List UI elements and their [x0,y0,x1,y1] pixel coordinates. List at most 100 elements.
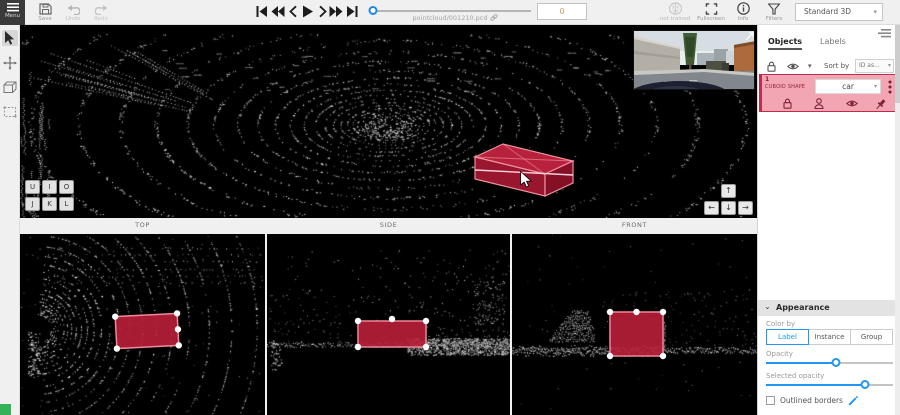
mouse-cursor-icon [520,171,532,188]
menu-button[interactable]: Menu [0,0,25,25]
lock-all-icon[interactable] [766,61,777,72]
tool-palette [0,25,20,415]
selected-opacity-label: Selected opacity [766,372,824,380]
fast-rewind-button[interactable] [271,5,285,18]
save-label: Save [34,16,56,22]
side-view-label: SIDE [267,221,510,229]
sidebar-scrollbar-thumb[interactable] [895,25,900,103]
move-crosshair-icon [3,56,17,70]
info-label: Info [730,16,756,22]
chevron-down-icon: ▾ [888,60,891,72]
undo-label: Undo [62,16,84,22]
next-frame-button[interactable] [315,5,329,18]
color-by-instance-button[interactable]: Instance [809,329,851,345]
kebab-menu-icon[interactable] [888,80,892,94]
filter-funnel-icon [768,3,780,15]
visibility-all-icon[interactable] [787,61,799,72]
frame-number-input[interactable] [537,3,587,20]
hotkey-button-l[interactable]: L [59,197,74,211]
pointcloud-filename[interactable]: pointcloud/001210.pcd [380,14,530,22]
cuboid-tool-button[interactable] [2,80,18,96]
front-ortho-viewport[interactable] [512,234,757,415]
nav-down-button[interactable]: ↓ [721,201,736,215]
front-view-label: FRONT [512,221,757,229]
model-status: not trained [658,0,692,25]
selected-opacity-slider-handle[interactable] [861,380,870,389]
cuboid-icon [3,81,17,94]
object-list-row-car[interactable]: 1 CUBOID SHAPE car ▾ [759,74,896,112]
link-icon [490,14,498,21]
color-by-label-button[interactable]: Label [766,329,809,345]
opacity-slider-handle[interactable] [831,358,840,367]
save-button[interactable]: Save [34,0,56,25]
select-tool-button[interactable] [2,30,18,46]
move-tool-button[interactable] [2,55,18,71]
status-indicator [0,404,11,415]
hotkey-button-i[interactable]: I [42,180,57,194]
view-mode-select[interactable]: Standard 3D ▾ [795,3,883,21]
redo-button[interactable]: Redo [90,0,112,25]
redo-icon [95,4,108,15]
dashed-region-icon [3,106,17,118]
frame-slider-handle[interactable] [369,6,378,15]
menu-label: Menu [0,13,25,19]
main-3d-viewport[interactable]: U I O J K L ↑ ← ↓ → [20,25,757,218]
undo-icon [67,4,80,15]
previous-frame-button[interactable] [287,5,301,18]
play-button[interactable] [301,5,315,18]
selected-opacity-slider[interactable] [766,384,893,386]
side-ortho-viewport[interactable] [267,234,510,415]
cuboid-annotation-front[interactable] [512,234,757,415]
object-shape-label: CUBOID SHAPE [765,84,805,90]
sort-order-select[interactable]: ID as... ▾ [855,59,894,73]
panel-toggle-icon[interactable] [878,29,891,38]
hotkey-button-j[interactable]: J [25,197,40,211]
sidebar-scrollbar[interactable] [895,25,900,415]
cuboid-annotation-top[interactable] [20,234,265,415]
brain-icon [667,2,684,15]
object-category-select[interactable]: car ▾ [815,79,881,94]
object-pin-icon[interactable] [874,98,887,111]
camera-scene [634,31,755,90]
appearance-section-header[interactable]: ⌄ Appearance [758,300,896,316]
object-visibility-icon[interactable] [846,98,858,109]
chevron-down-icon: ⌄ [764,302,771,311]
top-toolbar: Menu Save Undo Redo p [0,0,900,25]
save-icon [39,3,52,15]
color-by-group-button[interactable]: Group [851,329,893,345]
hotkey-button-u[interactable]: U [25,180,40,194]
hotkey-button-o[interactable]: O [59,180,74,194]
not-trained-label: not trained [658,16,692,22]
info-button[interactable]: Info [730,0,756,25]
fullscreen-button[interactable]: Fullscreen [696,0,726,25]
appearance-title: Appearance [776,303,830,312]
camera-image-thumbnail[interactable] [633,30,755,90]
expand-all-caret-icon[interactable]: ▾ [808,62,812,70]
filters-label: Filters [760,16,788,22]
frame-slider[interactable] [373,10,531,12]
top-view-label: TOP [20,221,265,229]
sort-by-label: Sort by [824,62,849,70]
nav-right-button[interactable]: → [738,201,753,215]
object-owner-icon[interactable] [814,98,824,109]
top-ortho-viewport[interactable] [20,234,265,415]
nav-left-button[interactable]: ← [704,201,719,215]
cuboid-annotation-side[interactable] [267,234,510,415]
undo-button[interactable]: Undo [62,0,84,25]
region-tool-button[interactable] [2,105,18,121]
opacity-label: Opacity [766,350,793,358]
nav-up-button[interactable]: ↑ [721,184,736,198]
skip-to-start-button[interactable] [255,5,269,18]
tab-objects[interactable]: Objects [768,37,802,50]
redo-label: Redo [90,16,112,22]
outlined-borders-checkbox[interactable] [766,396,775,405]
skip-to-end-button[interactable] [345,5,359,18]
fast-forward-button[interactable] [329,5,343,18]
color-by-segmented-control: Label Instance Group [766,329,893,345]
edit-pencil-icon[interactable] [848,395,859,406]
object-lock-icon[interactable] [782,98,793,109]
tab-labels[interactable]: Labels [820,37,846,46]
filters-button[interactable]: Filters [760,0,788,25]
opacity-slider[interactable] [766,362,893,364]
hotkey-button-k[interactable]: K [42,197,57,211]
